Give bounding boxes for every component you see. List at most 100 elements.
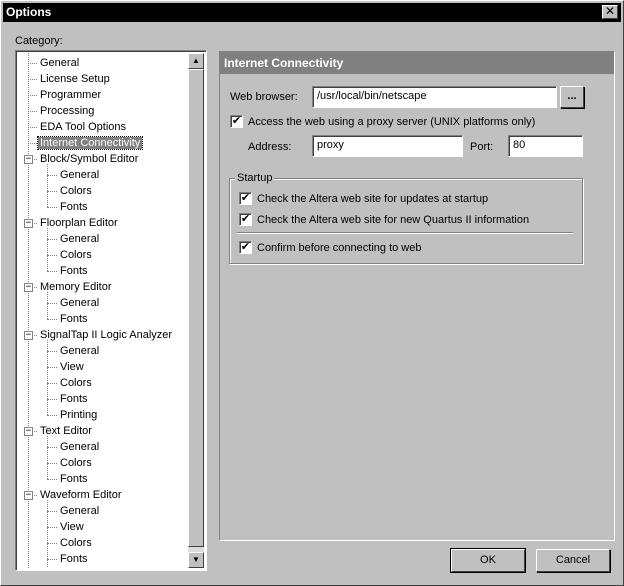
tree-item[interactable]: Text Editor xyxy=(38,423,94,439)
tree-item-label: Fonts xyxy=(60,553,88,565)
category-tree-list: General License Setup Programmer Processing… xyxy=(18,53,190,568)
tree-subitem[interactable]: Colors xyxy=(58,375,94,391)
tree-subitem[interactable]: General xyxy=(58,343,101,359)
tree-item[interactable]: Floorplan Editor xyxy=(38,215,120,231)
tree-connector xyxy=(47,527,57,528)
address-label: Address: xyxy=(248,141,292,153)
port-label: Port: xyxy=(470,141,494,153)
tree-connector xyxy=(47,559,57,560)
close-icon: ✕ xyxy=(604,4,616,18)
tree-item[interactable]: Waveform Editor xyxy=(38,487,124,503)
tree-subitem[interactable]: General xyxy=(58,231,101,247)
tree-subitem[interactable]: Fonts xyxy=(58,551,90,567)
collapse-icon[interactable]: − xyxy=(24,331,33,340)
tree-subitem[interactable]: Fonts xyxy=(58,311,90,327)
tree-subitem[interactable]: View xyxy=(58,359,86,375)
window-title: Options xyxy=(6,5,52,19)
tree-connector xyxy=(28,127,37,128)
tree-item[interactable]: License Setup xyxy=(38,71,112,87)
tree-connector xyxy=(47,383,57,384)
cancel-button[interactable]: Cancel xyxy=(536,549,610,572)
scroll-down-button[interactable]: ▼ xyxy=(188,552,204,568)
tree-item-label: Fonts xyxy=(60,473,88,485)
tree-connector xyxy=(47,367,57,368)
tree-item-label: Colors xyxy=(60,457,92,469)
tree-subitem[interactable]: General xyxy=(58,439,101,455)
tree-subitem[interactable]: Fonts xyxy=(58,199,90,215)
tree-connector xyxy=(47,319,57,320)
collapse-icon[interactable]: − xyxy=(24,283,33,292)
address-input[interactable]: proxy xyxy=(312,135,463,157)
tree-connector xyxy=(47,463,57,464)
arrow-down-icon: ▼ xyxy=(192,555,200,564)
tree-item[interactable]: EDA Tool Options xyxy=(38,119,128,135)
check-icon: ✔ xyxy=(240,192,251,204)
tree-subitem[interactable]: General xyxy=(58,167,101,183)
tree-item-label: General xyxy=(60,345,100,357)
tree-item[interactable]: SignalTap II Logic Analyzer xyxy=(38,327,174,343)
tree-scrollbar[interactable]: ▲ ▼ xyxy=(188,53,204,568)
tree-subitem[interactable]: Colors xyxy=(58,183,94,199)
tree-subitem[interactable]: View xyxy=(58,519,86,535)
tree-item[interactable]: Memory Editor xyxy=(38,279,114,295)
tree-item-label: License Setup xyxy=(40,73,110,85)
tree-item-label: Printing xyxy=(60,409,98,421)
tree-connector xyxy=(47,479,57,480)
collapse-icon[interactable]: − xyxy=(24,491,33,500)
tree-item-label: Floorplan Editor xyxy=(40,217,118,229)
tree-item-label: Fonts xyxy=(60,313,88,325)
tree-subitem[interactable]: General xyxy=(58,503,101,519)
browse-button[interactable]: ... xyxy=(560,86,584,108)
collapse-icon[interactable]: − xyxy=(24,219,33,228)
tree-item[interactable]: Programmer xyxy=(38,87,103,103)
tree-subitem[interactable]: Fonts xyxy=(58,471,90,487)
tree-connector xyxy=(47,399,57,400)
tree-subitem[interactable]: Colors xyxy=(58,535,94,551)
startup-separator xyxy=(237,232,573,234)
confirm-checkbox[interactable]: ✔ xyxy=(239,241,252,254)
tree-connector xyxy=(47,303,57,304)
arrow-up-icon: ▲ xyxy=(192,56,200,65)
scroll-thumb[interactable] xyxy=(188,69,204,547)
tree-subitem[interactable]: Printing xyxy=(58,567,99,568)
tree-item[interactable]: Processing xyxy=(38,103,96,119)
tree-item-label: Memory Editor xyxy=(40,281,112,293)
title-bar: Options ✕ xyxy=(3,3,621,22)
tree-item-label: General xyxy=(60,441,100,453)
category-tree[interactable]: General License Setup Programmer Processing… xyxy=(15,50,207,571)
tree-subitem[interactable]: Printing xyxy=(58,407,99,423)
tree-item-label: Programmer xyxy=(40,89,102,101)
tree-connector xyxy=(47,447,57,448)
web-browser-label: Web browser: xyxy=(230,91,298,103)
startup-info-checkbox[interactable]: ✔ xyxy=(239,213,252,226)
scroll-up-button[interactable]: ▲ xyxy=(188,53,204,69)
collapse-icon[interactable]: − xyxy=(24,427,33,436)
tree-subitem[interactable]: Colors xyxy=(58,455,94,471)
close-button[interactable]: ✕ xyxy=(602,5,618,19)
tree-item[interactable]: Block/Symbol Editor xyxy=(38,151,140,167)
proxy-checkbox-label: Access the web using a proxy server (UNI… xyxy=(248,116,536,128)
tree-item[interactable]: General xyxy=(38,55,81,71)
tree-item-label: General xyxy=(40,57,80,69)
tree-item-label: Text Editor xyxy=(40,425,92,437)
port-input[interactable]: 80 xyxy=(508,135,583,157)
collapse-icon[interactable]: − xyxy=(24,155,33,164)
tree-item-label: Block/Symbol Editor xyxy=(40,153,139,165)
web-browser-input[interactable]: /usr/local/bin/netscape xyxy=(312,86,557,108)
tree-subitem[interactable]: General xyxy=(58,295,101,311)
tree-item-label: Colors xyxy=(60,185,92,197)
startup-info-label: Check the Altera web site for new Quartu… xyxy=(257,214,530,226)
startup-updates-label: Check the Altera web site for updates at… xyxy=(257,193,489,205)
startup-updates-checkbox[interactable]: ✔ xyxy=(239,192,252,205)
check-icon: ✔ xyxy=(231,115,242,127)
tree-subitem[interactable]: Fonts xyxy=(58,263,90,279)
tree-subitem[interactable]: Fonts xyxy=(58,391,90,407)
proxy-checkbox[interactable]: ✔ xyxy=(230,115,243,128)
tree-connector xyxy=(28,143,37,144)
tree-connector xyxy=(47,207,57,208)
tree-connector xyxy=(47,436,48,479)
ok-button[interactable]: OK xyxy=(450,548,526,573)
tree-subitem[interactable]: Colors xyxy=(58,247,94,263)
tree-item[interactable]: Internet Connectivity xyxy=(36,135,144,151)
tree-connector xyxy=(47,415,57,416)
